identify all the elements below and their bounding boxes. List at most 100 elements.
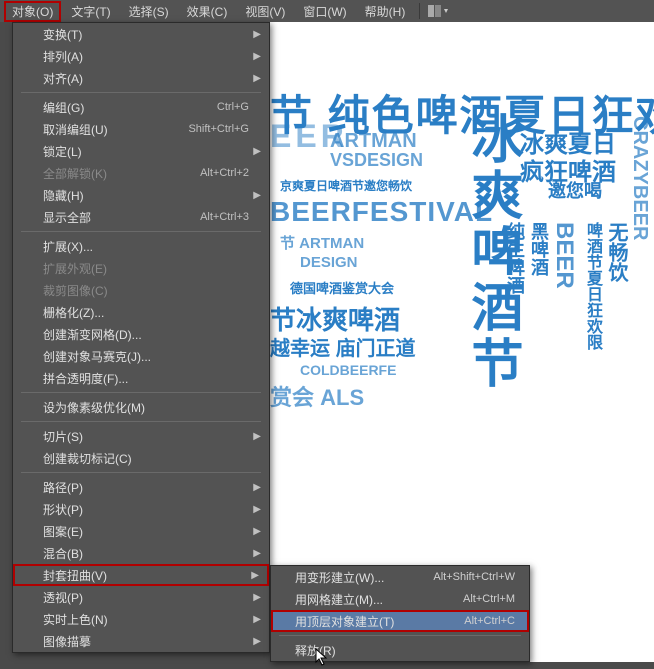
envelope-distort-submenu: 用变形建立(W)...Alt+Shift+Ctrl+W 用网格建立(M)... Al… [270, 565, 530, 662]
menu-item[interactable]: 创建对象马赛克(J)... [13, 345, 269, 367]
menu-shortcut: Alt+Ctrl+M [463, 593, 515, 605]
menu-item-label: 形状(P) [43, 501, 83, 518]
submenu-item: 释放(R) [271, 639, 529, 661]
submenu-arrow-icon: ▶ [253, 504, 261, 515]
submenu-item[interactable]: 用网格建立(M)... Alt+Ctrl+M [271, 588, 529, 610]
menu-item[interactable]: 创建裁切标记(C) [13, 447, 269, 469]
menu-item[interactable]: 锁定(L) ▶ [13, 140, 269, 162]
submenu-item[interactable]: 用顶层对象建立(T) Alt+Ctrl+C [271, 610, 529, 632]
canvas-text: DESIGN [300, 254, 358, 271]
submenu-arrow-icon: ▶ [253, 146, 261, 157]
menu-item[interactable]: 形状(P) ▶ [13, 498, 269, 520]
menu-item[interactable]: 取消编组(U) Shift+Ctrl+G [13, 118, 269, 140]
submenu-arrow-icon: ▶ [251, 570, 259, 581]
menu-object[interactable]: 对象(O) [4, 1, 61, 22]
menu-shortcut: Alt+Ctrl+2 [200, 167, 249, 179]
menu-item: 裁剪图像(C) [13, 279, 269, 301]
menu-item[interactable]: 切片(S) ▶ [13, 425, 269, 447]
menu-item-label: 实时上色(N) [43, 611, 108, 628]
menu-item[interactable]: 拼合透明度(F)... [13, 367, 269, 389]
menu-item[interactable]: 图案(E) ▶ [13, 520, 269, 542]
menu-item[interactable]: 路径(P)▶ [13, 476, 269, 498]
menu-effect[interactable]: 效果(C) [179, 1, 236, 22]
menu-item[interactable]: 创建渐变网格(D)... [13, 323, 269, 345]
menu-separator [21, 472, 261, 473]
menu-item[interactable]: 显示全部 Alt+Ctrl+3 [13, 206, 269, 228]
workspace-switcher-icon[interactable] [426, 3, 450, 19]
menu-item[interactable]: 编组(G)Ctrl+G [13, 96, 269, 118]
menu-separator [21, 421, 261, 422]
menu-item[interactable]: 排列(A) ▶ [13, 45, 269, 67]
menu-item-label: 显示全部 [43, 209, 91, 226]
canvas-text: COLDBEERFE [300, 362, 396, 378]
menu-item[interactable]: 对齐(A) ▶ [13, 67, 269, 89]
menu-item-label: 排列(A) [43, 48, 83, 65]
menu-shortcut: Ctrl+G [217, 101, 249, 113]
canvas-text: 节 ARTMAN [280, 232, 364, 253]
menubar: 对象(O) 文字(T) 选择(S) 效果(C) 视图(V) 窗口(W) 帮助(H… [0, 0, 654, 22]
submenu-item-label: 用顶层对象建立(T) [295, 613, 394, 630]
canvas-text: 赏会 ALS [270, 380, 364, 412]
submenu-arrow-icon: ▶ [253, 592, 261, 603]
submenu-arrow-icon: ▶ [253, 548, 261, 559]
menu-item[interactable]: 扩展(X)... [13, 235, 269, 257]
submenu-item-label: 用网格建立(M)... [295, 591, 383, 608]
menu-item-label: 取消编组(U) [43, 121, 108, 138]
menu-separator [279, 635, 521, 636]
menu-item-label: 混合(B) [43, 545, 83, 562]
submenu-arrow-icon: ▶ [253, 29, 261, 40]
menu-item[interactable]: 封套扭曲(V) ▶ [13, 564, 269, 586]
canvas-text: BEER [550, 222, 578, 289]
canvas-text: 纯生啤酒 [502, 222, 528, 294]
submenu-arrow-icon: ▶ [253, 431, 261, 442]
menu-item-label: 隐藏(H) [43, 187, 84, 204]
menu-item-label: 扩展外观(E) [43, 260, 107, 277]
menu-item: 全部解锁(K)Alt+Ctrl+2 [13, 162, 269, 184]
menu-item[interactable]: 隐藏(H) ▶ [13, 184, 269, 206]
submenu-arrow-icon: ▶ [253, 636, 261, 647]
submenu-item[interactable]: 用变形建立(W)...Alt+Shift+Ctrl+W [271, 566, 529, 588]
menu-item[interactable]: 设为像素级优化(M) [13, 396, 269, 418]
menu-shortcut: Shift+Ctrl+G [188, 123, 249, 135]
cursor-icon [315, 648, 329, 669]
menu-type[interactable]: 文字(T) [63, 1, 118, 22]
submenu-arrow-icon: ▶ [253, 73, 261, 84]
menu-item-label: 锁定(L) [43, 143, 82, 160]
submenu-arrow-icon: ▶ [253, 526, 261, 537]
menu-item-label: 栅格化(Z)... [43, 304, 104, 321]
menu-item-label: 路径(P) [43, 479, 83, 496]
menu-item-label: 切片(S) [43, 428, 83, 445]
menu-shortcut: Alt+Shift+Ctrl+W [433, 571, 515, 583]
submenu-arrow-icon: ▶ [253, 51, 261, 62]
menu-item-label: 创建渐变网格(D)... [43, 326, 142, 343]
menu-item[interactable]: 实时上色(N) ▶ [13, 608, 269, 630]
menu-item-label: 设为像素级优化(M) [43, 399, 145, 416]
menu-select[interactable]: 选择(S) [121, 1, 177, 22]
submenu-arrow-icon: ▶ [253, 614, 261, 625]
menu-item[interactable]: 透视(P) ▶ [13, 586, 269, 608]
menu-item-label: 创建裁切标记(C) [43, 450, 132, 467]
menu-item[interactable]: 变换(T)▶ [13, 23, 269, 45]
menu-shortcut: Alt+Ctrl+C [464, 615, 515, 627]
menu-window[interactable]: 窗口(W) [295, 1, 354, 22]
menu-shortcut: Alt+Ctrl+3 [200, 211, 249, 223]
menu-view[interactable]: 视图(V) [237, 1, 293, 22]
menu-item-label: 扩展(X)... [43, 238, 93, 255]
canvas-text: 黑啤酒 [526, 222, 552, 276]
menu-item-label: 透视(P) [43, 589, 83, 606]
submenu-arrow-icon: ▶ [253, 190, 261, 201]
menu-item[interactable]: 混合(B) ▶ [13, 542, 269, 564]
canvas-text: CRAZYBEER [628, 116, 651, 240]
menu-help[interactable]: 帮助(H) [357, 1, 414, 22]
menu-item-label: 封套扭曲(V) [43, 567, 107, 584]
menu-item-label: 图案(E) [43, 523, 83, 540]
canvas-text: 京爽夏日啤酒节邀您畅饮 [280, 177, 412, 194]
menu-item[interactable]: 图像描摹 ▶ [13, 630, 269, 652]
menu-separator [21, 231, 261, 232]
canvas-text: 啤酒节夏日狂欢限 [580, 222, 604, 350]
menu-item-label: 图像描摹 [43, 633, 91, 650]
menu-item-label: 创建对象马赛克(J)... [43, 348, 151, 365]
menu-item-label: 对齐(A) [43, 70, 83, 87]
menu-item[interactable]: 栅格化(Z)... [13, 301, 269, 323]
object-menu-dropdown: 变换(T)▶ 排列(A) ▶ 对齐(A) ▶ 编组(G)Ctrl+G 取消编组(U) Shif… [12, 22, 270, 653]
